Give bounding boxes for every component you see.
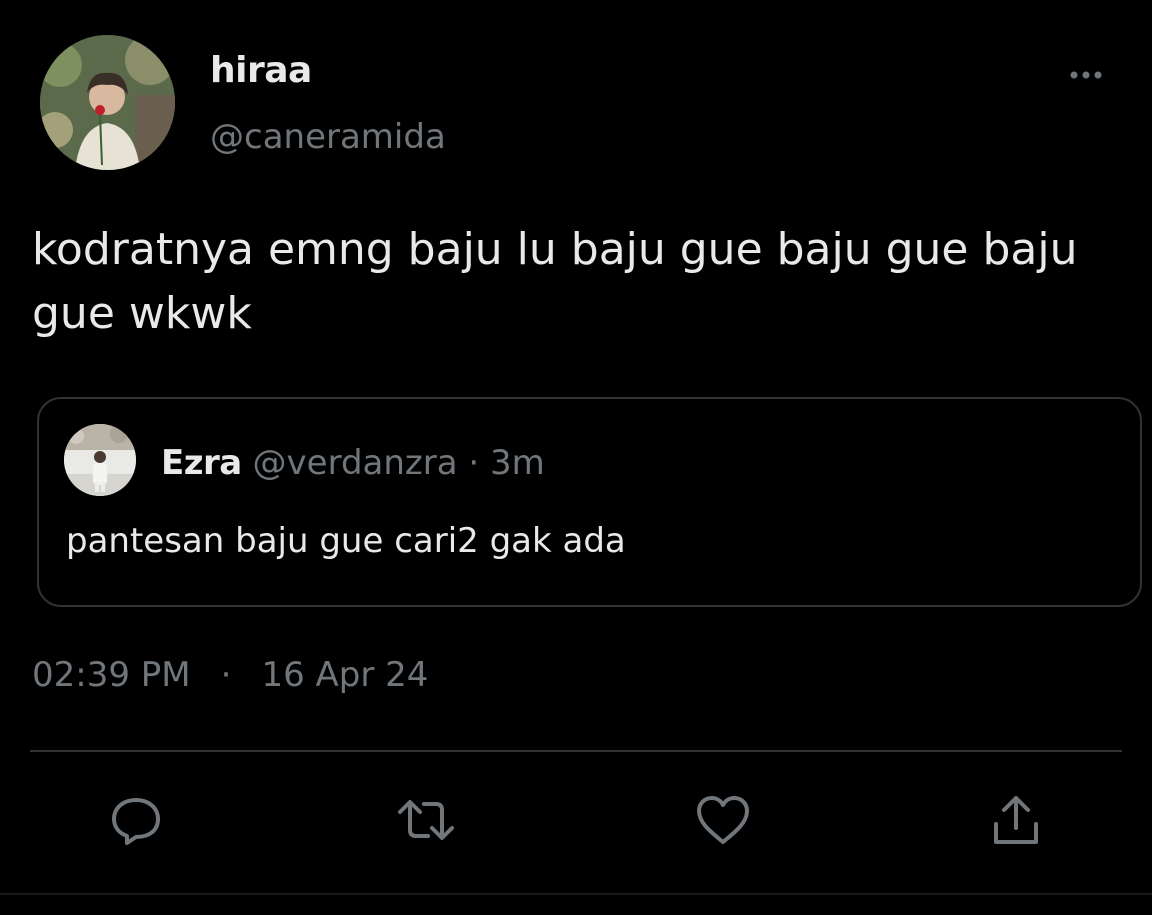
quoted-author-display-name[interactable]: Ezra	[161, 443, 242, 483]
quoted-author-handle[interactable]: @verdanzra	[253, 443, 458, 483]
like-icon	[697, 796, 749, 844]
retweet-icon	[398, 800, 454, 840]
author-display-name[interactable]: hiraa	[210, 50, 312, 91]
quoted-tweet[interactable]: Ezra @verdanzra · 3m pantesan baju gue c…	[37, 397, 1142, 607]
quoted-tweet-time[interactable]: 3m	[490, 443, 545, 483]
author-handle[interactable]: @caneramida	[210, 117, 446, 157]
tweet-text: kodratnya emng baju lu baju gue baju gue…	[32, 224, 1078, 339]
tweet-actions-bar	[0, 790, 1152, 860]
tweet-time: 02:39 PM	[32, 655, 191, 695]
tweet: hiraa @caneramida kodratnya emng baju lu…	[0, 0, 1152, 915]
quoted-author-avatar[interactable]	[64, 424, 136, 496]
timestamp-separator: ·	[220, 655, 232, 695]
reply-button[interactable]	[106, 790, 166, 850]
retweet-button[interactable]	[396, 790, 456, 850]
author-avatar-image	[40, 35, 175, 170]
like-button[interactable]	[693, 790, 753, 850]
reply-icon	[112, 798, 160, 845]
quoted-tweet-text: pantesan baju gue cari2 gak ada	[66, 521, 626, 561]
more-options-button[interactable]	[1066, 60, 1112, 90]
quoted-tweet-header: Ezra @verdanzra · 3m	[161, 443, 545, 483]
bottom-divider	[0, 893, 1152, 895]
share-button[interactable]	[986, 790, 1046, 850]
more-horizontal-icon	[1070, 71, 1102, 79]
tweet-date: 16 Apr 24	[261, 655, 429, 695]
tweet-timestamp[interactable]: 02:39 PM · 16 Apr 24	[32, 655, 428, 695]
quoted-header-separator: ·	[468, 443, 480, 483]
share-icon	[994, 796, 1038, 844]
author-avatar[interactable]	[40, 35, 175, 170]
divider	[30, 750, 1122, 752]
quoted-avatar-image	[64, 424, 136, 496]
